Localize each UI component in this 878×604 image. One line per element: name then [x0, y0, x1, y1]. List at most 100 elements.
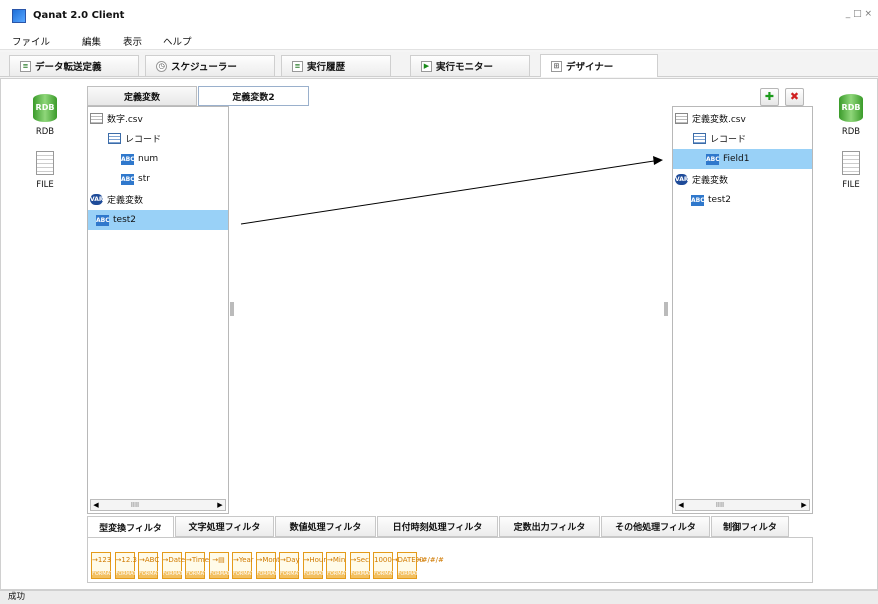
filter-button[interactable]: →Year FORMAT — [232, 552, 254, 579]
scroll-left-icon[interactable]: ◀ — [91, 500, 101, 510]
filter-button[interactable]: 1000→#1,000 FORMAT — [373, 552, 424, 579]
tab-label: 実行モニター — [436, 62, 494, 73]
delete-mapping-button[interactable]: ✖ — [785, 88, 804, 106]
tree-node-csv[interactable]: 定義変数.csv — [675, 108, 746, 128]
app-icon — [12, 9, 26, 23]
filter-button[interactable]: →123 FORMAT — [91, 552, 113, 579]
filter-format-label: FORMAT — [139, 571, 160, 578]
abc-field-icon: ABC — [96, 214, 110, 226]
tree-node-record[interactable]: レコード — [108, 128, 161, 148]
tab-other-filter[interactable]: その他処理フィルタ — [601, 516, 710, 537]
window-controls[interactable]: _ □ × — [846, 9, 872, 19]
tab-label: デザイナー — [566, 62, 614, 73]
tree-node-field[interactable]: ABC str — [121, 169, 150, 189]
subtab-variables[interactable]: 定義変数 — [87, 86, 197, 106]
file-source[interactable]: FILE — [5, 151, 85, 190]
tab-scheduler[interactable]: ◷ スケジューラー — [145, 55, 275, 76]
tab-label: スケジューラー — [171, 62, 237, 73]
tab-monitor[interactable]: ▶ 実行モニター — [410, 55, 530, 76]
tree-label: str — [138, 174, 150, 184]
filter-tab-bar: 型変換フィルタ 文字処理フィルタ 数値処理フィルタ 日付時刻処理フィルタ 定数出… — [87, 516, 813, 537]
filter-button[interactable]: →▤ FORMAT — [208, 552, 230, 579]
filter-button-label: →Hour — [303, 556, 327, 564]
subtab-variables-2[interactable]: 定義変数2 — [198, 86, 309, 106]
tab-type-conversion-filter[interactable]: 型変換フィルタ — [87, 516, 174, 537]
filter-button-label: →Time — [186, 556, 209, 564]
tab-transfer-definition[interactable]: ≡ データ転送定義 — [9, 55, 139, 76]
menu-view[interactable]: 表示 — [123, 34, 142, 48]
left-palette: RDB RDB FILE — [5, 84, 85, 214]
mapping-canvas[interactable] — [229, 106, 673, 236]
horizontal-scrollbar[interactable]: ◀ IIII ▶ — [90, 499, 226, 511]
filter-format-label: FORMAT — [186, 571, 207, 578]
designer-icon: ⊞ — [551, 60, 562, 72]
filter-button[interactable]: →Sec FORMAT — [349, 552, 371, 579]
tab-control-filter[interactable]: 制御フィルタ — [711, 516, 789, 537]
rdb-target[interactable]: RDB RDB — [811, 94, 878, 137]
filter-format-label: FORMAT — [162, 571, 184, 578]
filter-button[interactable]: →Date FORMAT — [161, 552, 185, 579]
scroll-right-icon[interactable]: ▶ — [215, 500, 225, 510]
filter-button[interactable]: →Month FORMAT — [255, 552, 284, 579]
menu-file[interactable]: ファイル — [12, 34, 50, 48]
right-splitter-handle[interactable] — [664, 302, 668, 316]
record-icon — [693, 132, 706, 144]
scroll-left-icon[interactable]: ◀ — [676, 500, 686, 510]
tab-designer[interactable]: ⊞ デザイナー — [540, 54, 658, 77]
filter-button[interactable]: →ABC FORMAT — [138, 552, 160, 579]
filter-format-label: FORMAT — [303, 571, 325, 578]
filter-format-label: FORMAT — [397, 571, 419, 578]
tab-history[interactable]: ≡ 実行履歴 — [281, 55, 391, 76]
window-title: Qanat 2.0 Client — [33, 10, 125, 21]
filter-button[interactable]: →Day FORMAT — [279, 552, 301, 579]
mapping-line[interactable] — [240, 160, 655, 225]
rdb-source[interactable]: RDB RDB — [5, 94, 85, 137]
tree-node-field[interactable]: ABC test2 — [691, 190, 731, 210]
horizontal-scrollbar[interactable]: ◀ IIII ▶ — [675, 499, 810, 511]
filter-button[interactable]: →Min FORMAT — [326, 552, 348, 579]
filter-button[interactable]: →Time FORMAT — [185, 552, 209, 579]
tree-label: test2 — [113, 215, 137, 225]
tree-label: レコード — [710, 134, 747, 145]
tab-string-filter[interactable]: 文字処理フィルタ — [175, 516, 274, 537]
tab-datetime-filter[interactable]: 日付時刻処理フィルタ — [377, 516, 498, 537]
left-splitter-handle[interactable] — [230, 302, 234, 316]
filter-button[interactable]: DATE→#/#/# FORMAT — [396, 552, 444, 579]
delete-icon: ✖ — [789, 90, 800, 103]
tree-label: 定義変数.csv — [692, 114, 746, 125]
filter-button[interactable]: →Hour FORMAT — [302, 552, 327, 579]
tree-node-csv[interactable]: 数字.csv — [90, 108, 143, 128]
filter-format-label: FORMAT — [115, 571, 137, 578]
tree-node-field[interactable]: ABC num — [121, 149, 158, 169]
file-icon — [842, 151, 860, 175]
file-target[interactable]: FILE — [811, 151, 878, 190]
abc-field-icon: ABC — [121, 173, 135, 185]
file-label: FILE — [36, 180, 54, 190]
tab-constant-filter[interactable]: 定数出力フィルタ — [499, 516, 600, 537]
add-icon: ✚ — [764, 90, 775, 103]
scroll-thumb[interactable]: IIII — [105, 501, 165, 509]
tree-node-selected[interactable]: ABC test2 — [88, 210, 228, 230]
filter-button-label: →123 — [92, 556, 112, 564]
menu-edit[interactable]: 編集 — [82, 34, 101, 48]
csv-file-icon — [675, 112, 688, 124]
tree-node-selected[interactable]: ABC Field1 — [673, 149, 812, 169]
scroll-thumb[interactable]: IIII — [690, 501, 750, 509]
tree-node-record[interactable]: レコード — [693, 128, 746, 148]
tree-node-variables[interactable]: VAR 定義変数 — [90, 189, 143, 209]
filter-format-label: FORMAT — [280, 571, 301, 578]
play-icon: ▶ — [421, 60, 432, 72]
tree-label: 数字.csv — [107, 114, 143, 125]
filter-button[interactable]: →12.3 FORMAT — [114, 552, 137, 579]
menu-help[interactable]: ヘルプ — [163, 34, 192, 48]
tree-node-variables[interactable]: VAR 定義変数 — [675, 169, 728, 189]
filter-format-label: FORMAT — [233, 571, 254, 578]
rdb-label: RDB — [35, 127, 55, 137]
add-mapping-button[interactable]: ✚ — [760, 88, 779, 106]
tree-label: Field1 — [723, 154, 750, 164]
status-bar: 成功 — [0, 590, 878, 604]
scroll-right-icon[interactable]: ▶ — [799, 500, 809, 510]
tab-number-filter[interactable]: 数値処理フィルタ — [275, 516, 376, 537]
target-tree-panel: 定義変数.csv レコード ABC Field1 VAR 定義変数 ABC test2… — [672, 106, 813, 514]
right-palette: RDB RDB FILE — [811, 84, 878, 214]
